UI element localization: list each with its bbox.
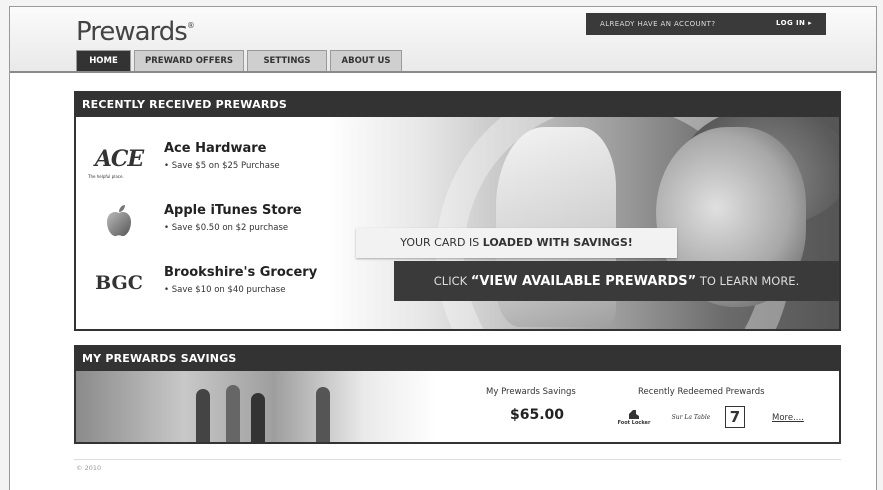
footer-divider [74, 459, 841, 460]
foot-locker-logo[interactable]: Foot Locker [616, 403, 652, 431]
my-savings-heading: MY PREWARDS SAVINGS [76, 347, 839, 371]
savings-label: My Prewards Savings [486, 387, 576, 397]
page-frame: Prewards® ALREADY HAVE AN ACCOUNT? LOG I… [9, 6, 877, 490]
shoppers-photo [76, 371, 436, 442]
offer-deal: • Save $0.50 on $2 purchase [164, 223, 289, 233]
tab-about-us[interactable]: ABOUT US [330, 50, 402, 71]
account-prompt: ALREADY HAVE AN ACCOUNT? [600, 20, 716, 28]
logo[interactable]: Prewards® [76, 17, 195, 47]
apple-icon [88, 201, 150, 241]
savings-value: $65.00 [510, 407, 565, 423]
recent-prewards-panel: RECENTLY RECEIVED PREWARDS ACE The helpf… [74, 91, 841, 331]
bgc-logo: BGC [95, 272, 143, 294]
login-button[interactable]: LOG IN ▸ [776, 19, 812, 27]
card-loaded-banner: YOUR CARD IS LOADED WITH SAVINGS! [356, 228, 677, 258]
offer-name: Ace Hardware [164, 141, 267, 156]
offer-deal: • Save $10 on $40 purchase [164, 285, 286, 295]
seven-eleven-logo[interactable]: 7 [724, 403, 746, 431]
recent-prewards-heading: RECENTLY RECEIVED PREWARDS [76, 93, 839, 117]
site-header: Prewards® ALREADY HAVE AN ACCOUNT? LOG I… [10, 7, 876, 73]
tab-settings[interactable]: SETTINGS [247, 50, 327, 71]
my-savings-panel: MY PREWARDS SAVINGS My Prewards Savings … [74, 345, 841, 444]
view-prewards-cta[interactable]: CLICK “VIEW AVAILABLE PREWARDS” TO LEARN… [394, 261, 839, 301]
sur-la-table-logo[interactable]: Sur La Table [668, 403, 714, 431]
account-bar: ALREADY HAVE AN ACCOUNT? LOG IN ▸ [586, 13, 826, 35]
tab-preward-offers[interactable]: PREWARD OFFERS [134, 50, 244, 71]
offer-name: Brookshire's Grocery [164, 265, 318, 280]
copyright: © 2010 [76, 464, 102, 472]
offer-name: Apple iTunes Store [164, 203, 302, 218]
ace-logo: ACE The helpful place. [88, 146, 144, 179]
tab-home[interactable]: HOME [76, 50, 131, 71]
more-redeemed-link[interactable]: More.... [772, 413, 804, 423]
offer-deal: • Save $5 on $25 Purchase [164, 161, 280, 171]
redeemed-label: Recently Redeemed Prewards [638, 387, 765, 397]
